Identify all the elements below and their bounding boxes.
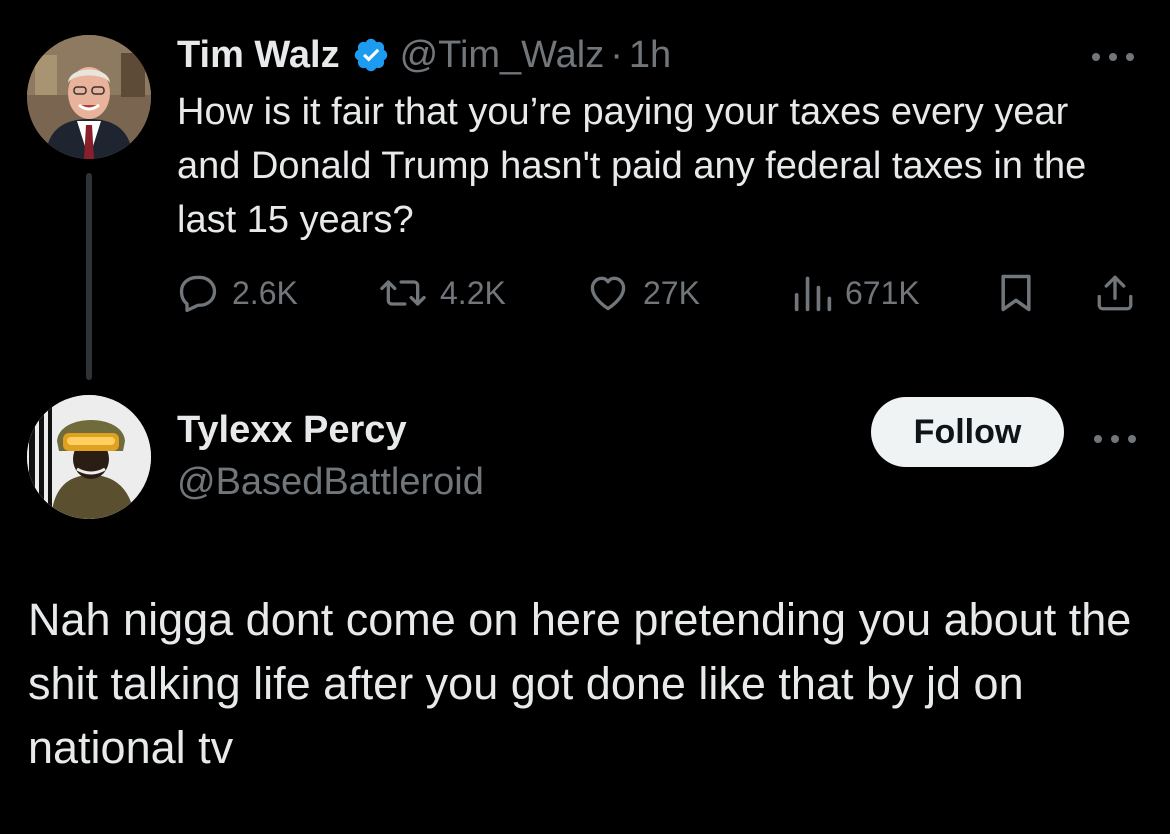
reply-author-handle[interactable]: @BasedBattleroid: [177, 457, 484, 507]
tweet-timestamp[interactable]: 1h: [629, 30, 671, 80]
view-count: 671K: [845, 274, 920, 311]
more-horizontal-icon: [1092, 53, 1134, 61]
share-icon: [1097, 275, 1133, 311]
like-count: 27K: [643, 274, 700, 311]
parent-tweet-text: How is it fair that you’re paying your t…: [177, 91, 1087, 241]
views-bar-chart-icon: [794, 276, 832, 312]
verified-badge-icon: [354, 38, 387, 72]
author-avatar[interactable]: [27, 35, 151, 159]
reply-count: 2.6K: [232, 274, 298, 311]
reply-author-avatar[interactable]: [27, 395, 151, 519]
repost-icon: [380, 280, 426, 306]
follow-button[interactable]: Follow: [871, 397, 1064, 467]
like-button[interactable]: 27K: [585, 266, 700, 320]
heart-icon: [590, 276, 626, 311]
tweet-thread-view: Tim Walz @Tim_Walz · 1h How is it fair t…: [0, 0, 1170, 834]
repost-button[interactable]: 4.2K: [378, 266, 506, 320]
separator-dot: ·: [610, 34, 623, 76]
tweet-action-bar: 2.6K 4.2K 27K 671K: [0, 266, 1170, 320]
more-options-button[interactable]: [1090, 42, 1136, 63]
author-display-name[interactable]: Tim Walz: [177, 30, 340, 80]
reply-author-display-name[interactable]: Tylexx Percy: [177, 405, 407, 455]
reply-tweet-text: Nah nigga dont come on here pretending y…: [28, 594, 1132, 773]
more-horizontal-icon: [1094, 435, 1136, 443]
views-button[interactable]: 671K: [793, 266, 920, 320]
repost-count: 4.2K: [440, 274, 506, 311]
bookmark-button[interactable]: [997, 266, 1035, 320]
author-handle[interactable]: @Tim_Walz: [400, 30, 605, 80]
reply-icon: [179, 275, 217, 313]
reply-more-options-button[interactable]: [1092, 424, 1138, 445]
bookmark-icon: [1001, 274, 1031, 312]
reply-button[interactable]: 2.6K: [176, 266, 298, 320]
parent-tweet-header: Tim Walz @Tim_Walz · 1h: [177, 30, 671, 80]
avatar-photo-icon: [27, 35, 151, 159]
share-button[interactable]: [1094, 266, 1136, 320]
avatar-helmet-figure-icon: [27, 395, 151, 519]
